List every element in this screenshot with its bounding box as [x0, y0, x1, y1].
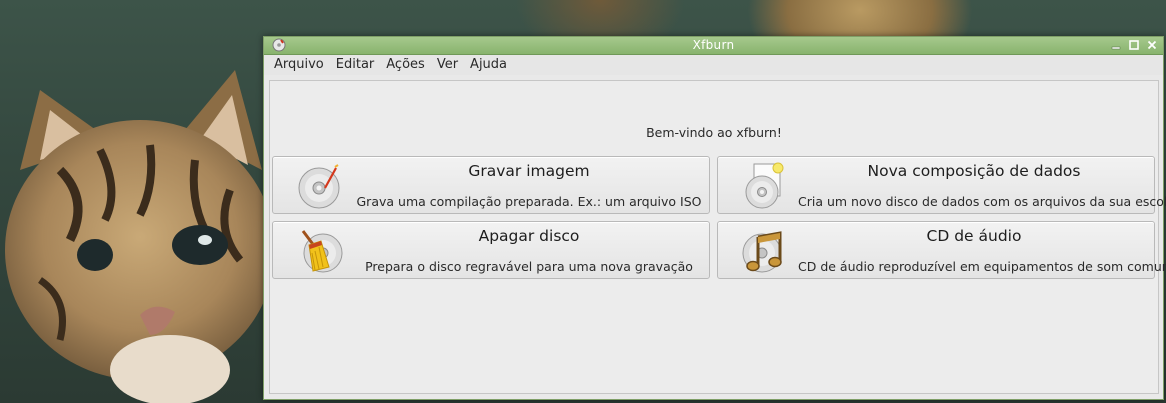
xfburn-window: Xfburn Arquivo Editar Ações Ver Ajuda Be… — [263, 36, 1166, 400]
window-title: Xfburn — [692, 38, 735, 52]
close-button[interactable] — [1145, 39, 1159, 51]
new-data-composition-button[interactable]: Nova composição de dados Cria um novo di… — [717, 156, 1166, 214]
new-data-composition-description: Cria um novo disco de dados com os arqui… — [798, 194, 1166, 209]
audio-cd-title: CD de áudio — [926, 227, 1022, 245]
erase-disc-description: Prepara o disco regravável para uma nova… — [365, 259, 693, 274]
minimize-icon — [1111, 46, 1121, 50]
burn-image-description: Grava uma compilação preparada. Ex.: um … — [356, 194, 702, 209]
burn-image-button[interactable]: Gravar imagem Grava uma compilação prepa… — [272, 156, 710, 214]
menu-ver[interactable]: Ver — [431, 55, 464, 75]
maximize-button[interactable] — [1127, 39, 1141, 51]
disc-burn-icon — [298, 164, 340, 209]
menu-ajuda[interactable]: Ajuda — [464, 55, 513, 75]
new-data-composition-title: Nova composição de dados — [867, 162, 1081, 180]
welcome-panel: Bem-vindo ao xfburn! Gravar imagem Grava… — [269, 80, 1166, 394]
menubar: Arquivo Editar Ações Ver Ajuda — [264, 55, 1163, 75]
audio-cd-description: CD de áudio reproduzível em equipamentos… — [798, 259, 1166, 274]
close-icon — [1147, 40, 1157, 50]
menu-arquivo[interactable]: Arquivo — [268, 55, 330, 75]
menu-editar[interactable]: Editar — [330, 55, 381, 75]
erase-disc-title: Apagar disco — [478, 227, 580, 245]
menu-acoes[interactable]: Ações — [380, 55, 431, 75]
audio-cd-button[interactable]: CD de áudio CD de áudio reproduzível em … — [717, 221, 1166, 279]
erase-disc-button[interactable]: Apagar disco Prepara o disco regravável … — [272, 221, 710, 279]
music-notes-icon — [742, 231, 782, 273]
window-titlebar[interactable]: Xfburn — [264, 37, 1163, 55]
burn-image-title: Gravar imagem — [468, 162, 590, 180]
data-composition-icon — [745, 162, 784, 209]
broom-disc-icon — [301, 230, 343, 273]
maximize-icon — [1129, 40, 1139, 50]
ocelot-kitten-image — [5, 70, 275, 403]
minimize-button[interactable] — [1109, 39, 1123, 51]
welcome-label: Bem-vindo ao xfburn! — [646, 125, 782, 140]
